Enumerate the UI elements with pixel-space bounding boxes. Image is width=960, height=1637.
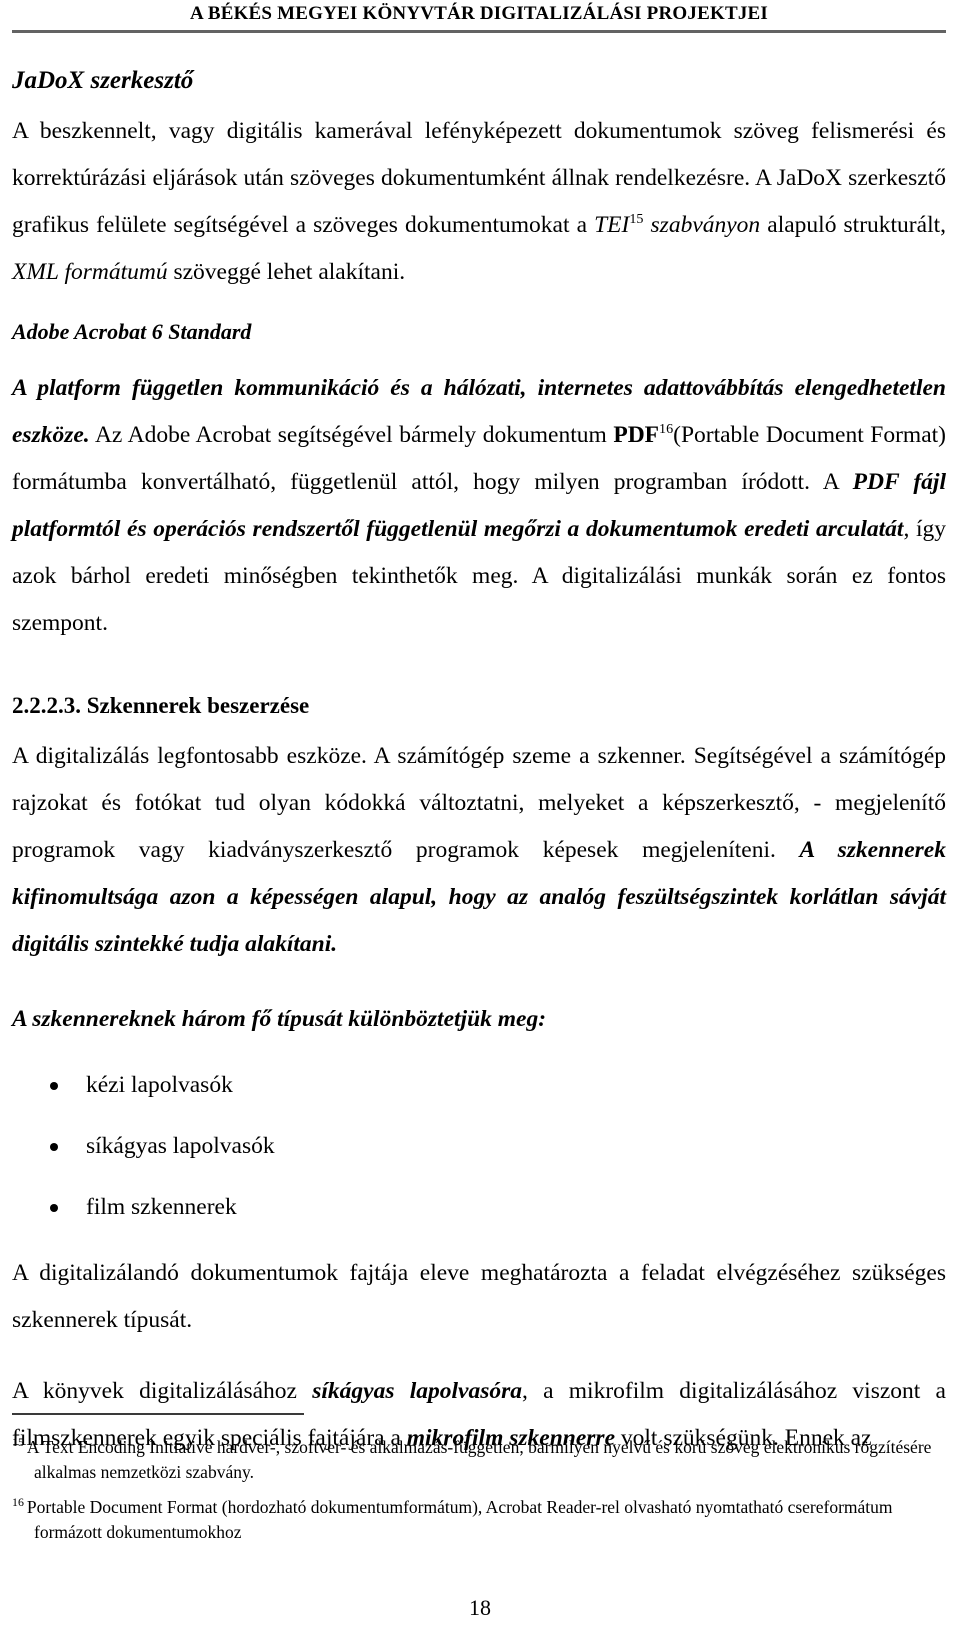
list-item: síkágyas lapolvasók (12, 1132, 946, 1160)
paragraph-types-followup: A digitalizálandó dokumentumok fajtája e… (12, 1259, 946, 1333)
bullet-dot-icon (50, 1204, 58, 1213)
document-page: A BÉKÉS MEGYEI KÖNYVTÁR DIGITALIZÁLÁSI P… (0, 0, 960, 1637)
jadox-tei-italic: TEI (594, 212, 630, 239)
jadox-text-part4: szöveggé lehet alakítani. (167, 259, 406, 286)
footnote-area: 15 A Text Encoding Initiative hardver-, s… (12, 1413, 946, 1545)
heading-jadox-szerkeszto: JaDoX szerkesztő (12, 66, 194, 94)
footnote-ref-15[interactable]: 15 (629, 212, 643, 228)
paragraph-jadox: A beszkennelt, vagy digitális kamerával … (12, 108, 946, 296)
footnote-separator (12, 1413, 304, 1415)
heading-adobe-acrobat: Adobe Acrobat 6 Standard (12, 319, 252, 345)
footnote-text-15: A Text Encoding Initiative hardver-, szo… (26, 1437, 932, 1482)
footnote-text-16: Portable Document Format (hordozható dok… (26, 1497, 893, 1542)
jadox-text-part2: szabványon (643, 212, 761, 239)
list-item-label: film szkennerek (86, 1194, 237, 1221)
bullet-dot-icon (50, 1082, 58, 1091)
acrobat-text-mid1: Az Adobe Acrobat segítségével bármely do… (89, 421, 614, 448)
paragraph-scanner: A digitalizálás legfontosabb eszköze. A … (12, 733, 946, 968)
heading-szkennerek-beszerzese: 2.2.2.3. Szkennerek beszerzése (12, 692, 310, 718)
page-number: 18 (469, 1595, 491, 1620)
scanner-types-list: kézi lapolvasók síkágyas lapolvasók film… (12, 1071, 946, 1222)
bullet-dot-icon (50, 1143, 58, 1152)
acrobat-pdf-bold: PDF (613, 421, 660, 448)
footnote-marker-15: 15 (12, 1435, 24, 1450)
running-header-title: A BÉKÉS MEGYEI KÖNYVTÁR DIGITALIZÁLÁSI P… (190, 3, 768, 24)
paragraph-acrobat: A platform független kommunikáció és a h… (12, 365, 946, 647)
list-item: kézi lapolvasók (12, 1071, 946, 1099)
footnote-ref-16[interactable]: 16 (659, 421, 673, 437)
list-item: film szkennerek (12, 1193, 946, 1221)
types-lead-emphasis: A szkennereknek három fő típusát különbö… (12, 1006, 547, 1033)
jadox-xml-italic: XML formátumú (12, 259, 168, 286)
list-item-label: síkágyas lapolvasók (86, 1133, 275, 1160)
final-emphasis-sikagyas: síkágyas lapolvasóra (312, 1377, 522, 1404)
footnote-marker-16: 16 (12, 1495, 24, 1510)
jadox-text-part3: alapuló strukturált, (760, 212, 946, 239)
footnote-15: 15 A Text Encoding Initiative hardver-, s… (12, 1435, 946, 1485)
final-text-part1: A könyvek digitalizálásához (12, 1377, 313, 1404)
list-item-label: kézi lapolvasók (86, 1072, 233, 1099)
footnote-16: 16 Portable Document Format (hordozható d… (12, 1495, 946, 1545)
paragraph-types-lead: A szkennereknek három fő típusát különbö… (12, 996, 946, 1043)
